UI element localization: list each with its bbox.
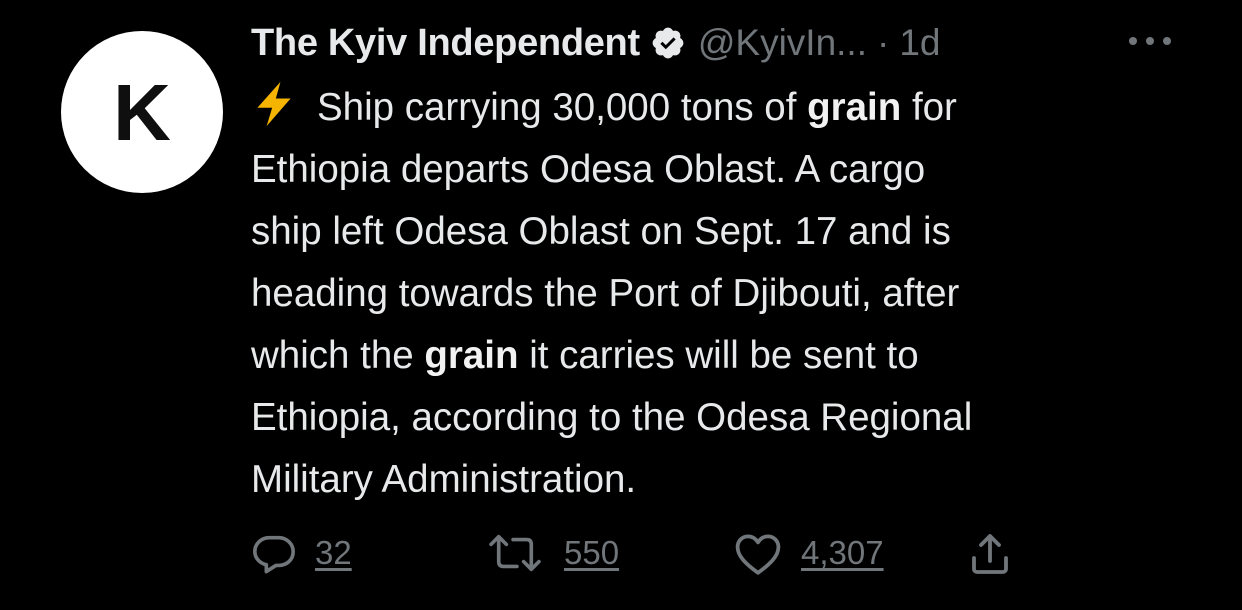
more-options-button[interactable] — [1118, 26, 1182, 56]
retweet-count[interactable]: 550 — [564, 534, 619, 572]
author-name[interactable]: The Kyiv Independent — [251, 22, 640, 65]
header-separator: · — [876, 22, 890, 63]
tweet-line: which the grain it carries will be sent … — [251, 325, 1211, 387]
tweet[interactable]: K The Kyiv Independent @KyivIn... · 1d S… — [0, 0, 1242, 610]
tweet-actions: 32 550 4,307 — [0, 520, 1242, 590]
reply-button[interactable]: 32 — [251, 530, 352, 576]
tweet-text-segment: which the — [251, 334, 425, 377]
reply-icon — [253, 535, 295, 574]
share-icon — [972, 534, 1008, 574]
avatar-letter: K — [113, 68, 171, 157]
retweet-icon — [489, 534, 541, 572]
like-button[interactable]: 4,307 — [733, 530, 884, 576]
tweet-line: ship left Odesa Oblast on Sept. 17 and i… — [251, 210, 951, 253]
tweet-bold-keyword: grain — [807, 86, 902, 129]
lightning-bolt-icon — [257, 81, 291, 127]
share-button[interactable] — [966, 530, 1014, 578]
retweet-button[interactable]: 550 — [484, 530, 619, 576]
tweet-line: Ship carrying 30,000 tons of grain for — [251, 77, 1211, 139]
like-count[interactable]: 4,307 — [801, 534, 884, 572]
heart-icon — [735, 534, 781, 575]
tweet-line: Ethiopia departs Odesa Oblast. A cargo — [251, 148, 926, 191]
tweet-timestamp[interactable]: 1d — [899, 22, 940, 64]
tweet-text-segment: it carries will be sent to — [518, 334, 919, 377]
tweet-bold-keyword: grain — [424, 334, 519, 377]
verified-badge-icon — [652, 27, 684, 59]
tweet-line: Ethiopia, according to the Odesa Regiona… — [251, 396, 973, 439]
tweet-text-segment: Ship carrying 30,000 tons of — [317, 86, 808, 129]
author-handle[interactable]: @KyivIn... — [698, 22, 867, 64]
tweet-line: Military Administration. — [251, 458, 637, 501]
reply-count[interactable]: 32 — [315, 534, 352, 572]
tweet-header: The Kyiv Independent @KyivIn... · 1d — [251, 14, 1191, 72]
tweet-text-segment: for — [901, 86, 957, 129]
more-options-icon — [1129, 37, 1171, 45]
tweet-text: Ship carrying 30,000 tons of grain for E… — [251, 77, 1211, 511]
tweet-line: heading towards the Port of Djibouti, af… — [251, 272, 960, 315]
avatar[interactable]: K — [61, 31, 223, 193]
